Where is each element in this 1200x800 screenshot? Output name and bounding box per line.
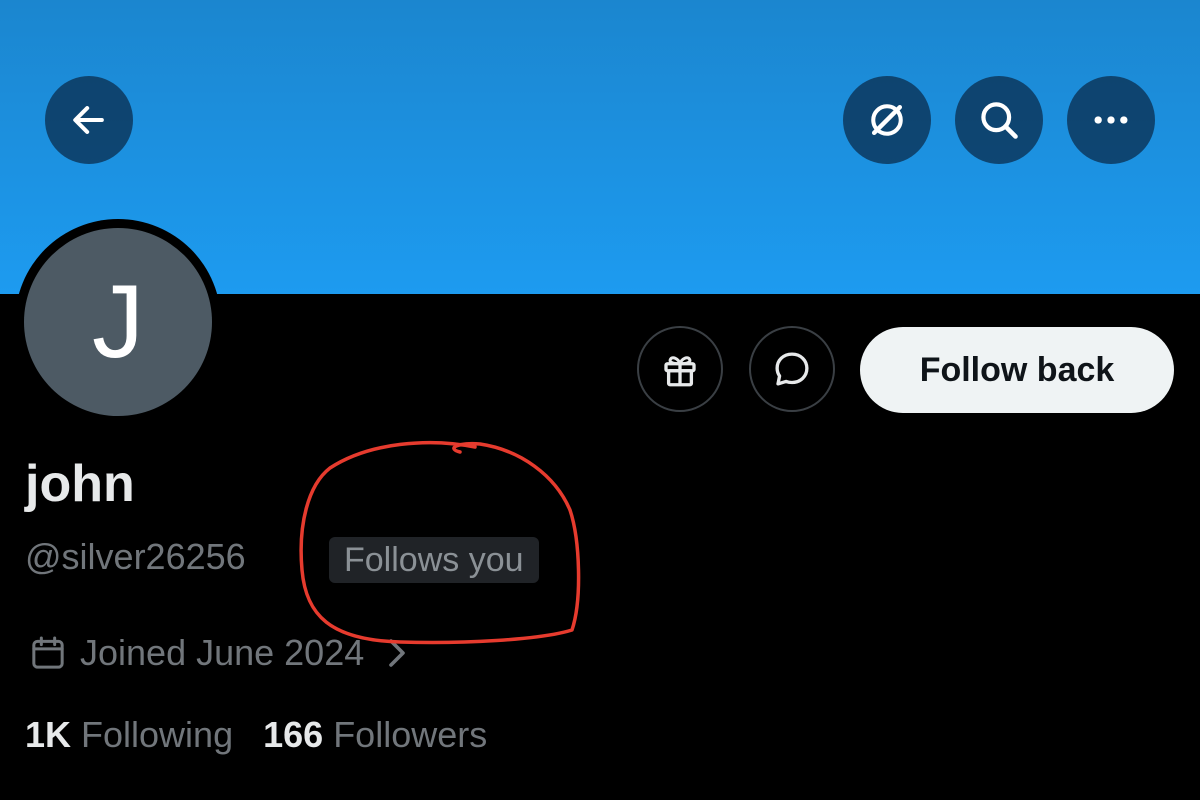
- follow-stats: 1K Following 166 Followers: [25, 712, 487, 758]
- display-name: john: [25, 455, 135, 513]
- more-options-button[interactable]: [1067, 76, 1155, 164]
- avatar-initial: J: [92, 263, 144, 380]
- grok-icon: [871, 104, 903, 136]
- more-horizontal-icon: [1094, 116, 1128, 124]
- follow-back-button[interactable]: Follow back: [860, 327, 1174, 413]
- grok-button[interactable]: [843, 76, 931, 164]
- joined-date: Joined June 2024: [80, 632, 365, 673]
- chevron-right-icon: [389, 639, 406, 667]
- following-label: Following: [81, 714, 234, 755]
- followers-count: 166: [263, 714, 324, 755]
- followers-link[interactable]: 166 Followers: [263, 712, 487, 758]
- gift-icon: [664, 356, 696, 387]
- avatar[interactable]: J: [24, 228, 212, 416]
- calendar-icon: [32, 636, 64, 669]
- gift-button[interactable]: [637, 326, 723, 412]
- following-count: 1K: [25, 714, 72, 755]
- followers-label: Followers: [333, 714, 488, 755]
- message-bubble-icon: [775, 352, 809, 386]
- back-button[interactable]: [45, 76, 133, 164]
- user-handle: @silver26256: [25, 536, 246, 577]
- follows-you-badge: Follows you: [329, 537, 539, 583]
- joined-date-row[interactable]: Joined June 2024: [28, 630, 410, 676]
- search-icon: [981, 102, 1018, 139]
- search-button[interactable]: [955, 76, 1043, 164]
- message-button[interactable]: [749, 326, 835, 412]
- following-link[interactable]: 1K Following: [25, 712, 233, 758]
- arrow-left-icon: [73, 106, 104, 134]
- avatar-container[interactable]: J: [15, 219, 221, 425]
